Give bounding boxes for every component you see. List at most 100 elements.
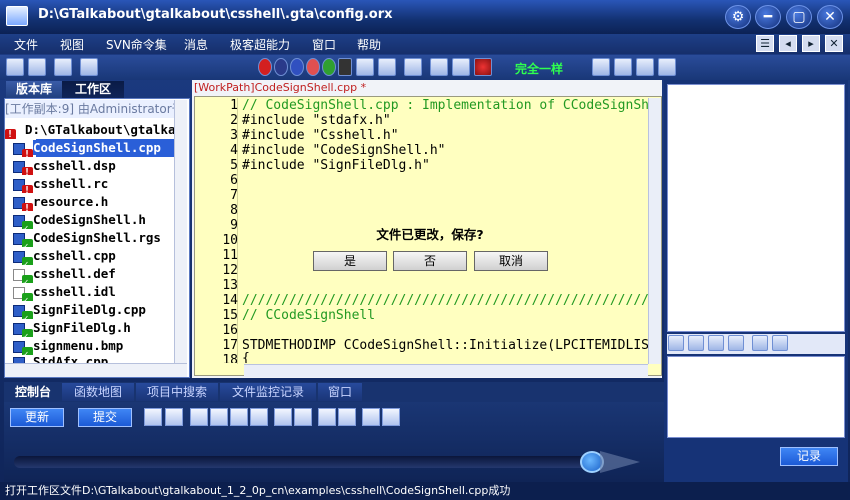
menu-message[interactable]: 消息 xyxy=(184,36,208,53)
stop-icon[interactable] xyxy=(306,58,320,76)
tab-function-map[interactable]: 函数地图 xyxy=(62,383,134,401)
tree-item[interactable]: csshell.def xyxy=(5,265,175,283)
mdi-tile-button[interactable]: ☰ xyxy=(756,35,774,52)
open-folder-icon[interactable] xyxy=(6,58,24,76)
editor-horizontal-scrollbar[interactable] xyxy=(244,364,648,377)
code-line[interactable]: #include "stdafx.h" xyxy=(242,113,648,128)
settings-button[interactable]: ⚙ xyxy=(725,5,751,29)
tree-item[interactable]: resource.h xyxy=(5,193,175,211)
link-icon[interactable] xyxy=(338,408,356,426)
camera-icon[interactable] xyxy=(708,335,724,351)
close-button[interactable]: ✕ xyxy=(817,5,843,29)
editor-document-tab[interactable]: [WorkPath]CodeSignShell.cpp * xyxy=(194,81,366,94)
menu-file[interactable]: 文件 xyxy=(14,36,38,53)
tab-repository[interactable]: 版本库 xyxy=(6,81,62,98)
list-icon[interactable] xyxy=(430,58,448,76)
tab-window[interactable]: 窗口 xyxy=(318,383,362,401)
diff-left-icon[interactable] xyxy=(592,58,610,76)
minimize-button[interactable]: ━ xyxy=(755,5,781,29)
search-settings-icon[interactable] xyxy=(294,408,312,426)
a-icon[interactable] xyxy=(274,58,288,76)
progress-slider-track[interactable] xyxy=(14,456,604,468)
calendar-icon[interactable] xyxy=(362,408,380,426)
commit-button[interactable]: 提交 xyxy=(78,408,132,427)
dropdown-arrow-icon[interactable] xyxy=(338,58,352,76)
tree-root[interactable]: D:\GTalkabout\gtalka xyxy=(5,121,175,139)
menu-view[interactable]: 视图 xyxy=(60,36,84,53)
tab-file-monitor[interactable]: 文件监控记录 xyxy=(220,383,316,401)
tree-item[interactable]: csshell.idl xyxy=(5,283,175,301)
copy-icon[interactable] xyxy=(165,408,183,426)
cancel-button[interactable]: 取消 xyxy=(474,251,548,271)
code-line[interactable]: #include "Csshell.h" xyxy=(242,128,648,143)
mdi-forward-button[interactable]: ▸ xyxy=(802,35,820,52)
tree-item[interactable]: CodeSignShell.rgs xyxy=(5,229,175,247)
mdi-close-button[interactable]: ✕ xyxy=(825,35,843,52)
menu-help[interactable]: 帮助 xyxy=(357,36,381,53)
replace-icon[interactable] xyxy=(378,58,396,76)
tree-item[interactable]: csshell.cpp xyxy=(5,247,175,265)
window-title: D:\GTalkabout\gtalkabout\csshell\.gta\co… xyxy=(38,7,393,22)
file-icon xyxy=(13,160,33,175)
diff-right-icon[interactable] xyxy=(614,58,632,76)
globe-icon[interactable] xyxy=(290,58,304,76)
tab-console[interactable]: 控制台 xyxy=(6,383,60,401)
run-icon[interactable] xyxy=(322,58,336,76)
molecule-icon[interactable] xyxy=(190,408,208,426)
search-folder-icon[interactable] xyxy=(28,58,46,76)
maximize-button[interactable]: ▢ xyxy=(786,5,812,29)
undo-icon[interactable] xyxy=(452,58,470,76)
menu-svn[interactable]: SVN命令集 xyxy=(106,36,167,53)
tree-vertical-scrollbar[interactable] xyxy=(174,100,187,364)
save-icon[interactable] xyxy=(54,58,72,76)
attach-icon[interactable] xyxy=(772,335,788,351)
screenshot-icon[interactable] xyxy=(728,335,744,351)
tree-horizontal-scrollbar[interactable] xyxy=(5,363,187,377)
code-line[interactable]: #include "CodeSignShell.h" xyxy=(242,143,648,158)
tree-item[interactable]: csshell.rc xyxy=(5,175,175,193)
menu-geek[interactable]: 极客超能力 xyxy=(230,36,290,53)
code-line[interactable]: ////////////////////////////////////////… xyxy=(242,293,648,308)
ok-badge-icon xyxy=(22,238,33,247)
snowflake-icon[interactable] xyxy=(144,408,162,426)
mdi-back-button[interactable]: ◂ xyxy=(779,35,797,52)
modified-badge-icon xyxy=(22,200,33,211)
refresh-icon[interactable] xyxy=(658,58,676,76)
menu-window[interactable]: 窗口 xyxy=(312,36,336,53)
find-icon[interactable] xyxy=(356,58,374,76)
pin-icon[interactable] xyxy=(752,335,768,351)
commit-icon[interactable] xyxy=(404,58,422,76)
image-icon[interactable] xyxy=(688,335,704,351)
user-icon[interactable] xyxy=(474,58,492,76)
yes-button[interactable]: 是 xyxy=(313,251,387,271)
filter-icon[interactable] xyxy=(80,58,98,76)
no-button[interactable]: 否 xyxy=(393,251,467,271)
tab-workspace[interactable]: 工作区 xyxy=(62,81,124,98)
tree-item[interactable]: SignFileDlg.h xyxy=(5,319,175,337)
code-line[interactable]: // CodeSignShell.cpp : Implementation of… xyxy=(242,98,648,113)
tab-project-search[interactable]: 项目中搜索 xyxy=(136,383,218,401)
web-icon[interactable] xyxy=(258,58,272,76)
line-number: 17 xyxy=(222,338,238,353)
message-input-box[interactable] xyxy=(667,356,845,438)
update-button[interactable]: 更新 xyxy=(10,408,64,427)
tree-item[interactable]: StdAfx.cpp xyxy=(5,353,175,363)
code-line[interactable]: // CCodeSignShell xyxy=(242,308,648,323)
tree-item[interactable]: SignFileDlg.cpp xyxy=(5,301,175,319)
picture-icon[interactable] xyxy=(382,408,400,426)
code-line[interactable]: { xyxy=(242,351,648,363)
molecule-icon[interactable] xyxy=(210,408,228,426)
font-icon[interactable] xyxy=(668,335,684,351)
flag-icon[interactable] xyxy=(318,408,336,426)
tree-item[interactable]: csshell.dsp xyxy=(5,157,175,175)
record-button[interactable]: 记录 xyxy=(780,447,838,466)
file-icon xyxy=(13,214,33,229)
editor-vertical-scrollbar[interactable] xyxy=(648,98,661,364)
molecule-icon[interactable] xyxy=(230,408,248,426)
tree-item[interactable]: CodeSignShell.h xyxy=(5,211,175,229)
compare-icon[interactable] xyxy=(636,58,654,76)
code-line[interactable]: #include "SignFileDlg.h" xyxy=(242,158,648,173)
molecule-icon[interactable] xyxy=(250,408,268,426)
tree-item[interactable]: CodeSignShell.cpp xyxy=(5,139,175,157)
search-icon[interactable] xyxy=(274,408,292,426)
